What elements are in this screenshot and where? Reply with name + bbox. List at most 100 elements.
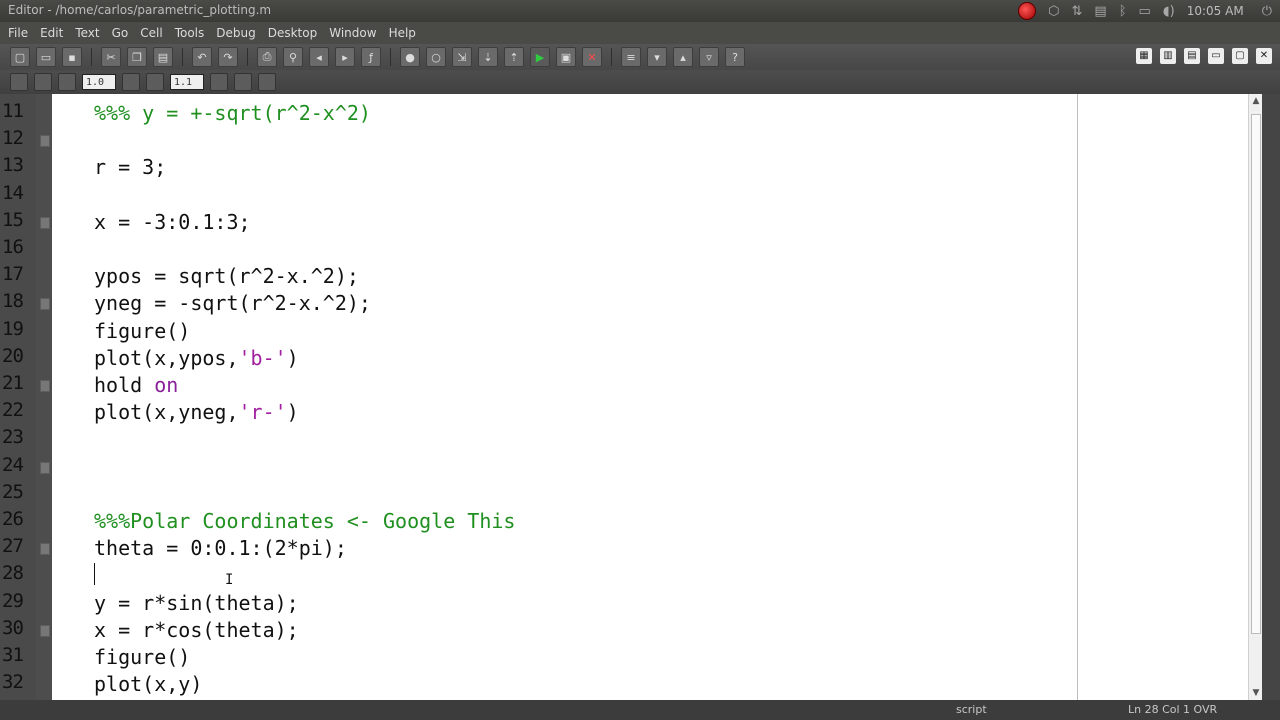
cell-help-icon[interactable]	[258, 73, 276, 91]
clear-breakpoints-icon[interactable]: ○	[426, 47, 446, 67]
function-icon[interactable]: ƒ	[361, 47, 381, 67]
scroll-up-icon[interactable]: ▲	[1251, 96, 1261, 106]
float-icon[interactable]: ▭	[1208, 48, 1224, 64]
code-line[interactable]: r = 3;	[94, 154, 166, 181]
code-line[interactable]: figure()	[94, 318, 190, 345]
code-folding-margin	[36, 94, 52, 700]
cell-increment-field[interactable]: 1.1	[170, 74, 204, 90]
code-token: plot(x,yneg,	[94, 400, 239, 425]
forward-icon[interactable]: ▸	[335, 47, 355, 67]
toolbar-divider	[611, 48, 612, 66]
exit-debug-icon[interactable]: ✕	[582, 47, 602, 67]
fold-marker-icon[interactable]	[40, 216, 50, 229]
clock[interactable]: 10:05 AM	[1187, 4, 1244, 18]
sync-icon[interactable]: ⇅	[1072, 4, 1083, 19]
code-line[interactable]: yneg = -sqrt(r^2-x.^2);	[94, 290, 371, 317]
cell-mode-icon[interactable]	[10, 73, 28, 91]
bluetooth-icon[interactable]: ᛒ	[1119, 4, 1127, 19]
menu-debug[interactable]: Debug	[216, 26, 255, 40]
stack-up-icon[interactable]: ▴	[673, 47, 693, 67]
code-line[interactable]: figure()	[94, 644, 190, 671]
stack-down-icon[interactable]: ▿	[699, 47, 719, 67]
record-icon[interactable]	[1018, 2, 1037, 20]
stack-icon[interactable]: ≡	[621, 47, 641, 67]
fold-marker-icon[interactable]	[40, 461, 50, 474]
step-icon[interactable]: ⇲	[452, 47, 472, 67]
menu-go[interactable]: Go	[112, 26, 129, 40]
code-line[interactable]: ypos = sqrt(r^2-x.^2);	[94, 263, 359, 290]
code-line[interactable]: plot(x,yneg,'r-')	[94, 399, 299, 426]
code-token: yneg = -sqrt(r^2-x.^2);	[94, 291, 371, 316]
save-icon[interactable]: ▪	[62, 47, 82, 67]
run-section-icon[interactable]: ▣	[556, 47, 576, 67]
menu-window[interactable]: Window	[329, 26, 376, 40]
multiply-icon[interactable]	[146, 73, 164, 91]
cell-decrement-field[interactable]: 1.0	[82, 74, 116, 90]
volume-icon[interactable]: ◖)	[1163, 4, 1175, 19]
code-line[interactable]: x = -3:0.1:3;	[94, 209, 251, 236]
divide-icon[interactable]	[122, 73, 140, 91]
menu-desktop[interactable]: Desktop	[268, 26, 318, 40]
code-line[interactable]: y = r*sin(theta);	[94, 590, 299, 617]
cell-minus-icon[interactable]	[58, 73, 76, 91]
breakpoint-icon[interactable]: ●	[400, 47, 420, 67]
find-icon[interactable]: ⚲	[283, 47, 303, 67]
menu-file[interactable]: File	[8, 26, 28, 40]
code-line[interactable]: %%%Polar Coordinates <- Google This	[94, 508, 515, 535]
menu-edit[interactable]: Edit	[40, 26, 63, 40]
menu-text[interactable]: Text	[75, 26, 99, 40]
maximize-icon[interactable]: ▢	[1232, 48, 1248, 64]
battery-icon[interactable]: ▭	[1139, 4, 1151, 19]
code-line[interactable]: plot(x,ypos,'b-')	[94, 345, 299, 372]
run-icon[interactable]: ▶	[530, 47, 550, 67]
line-number: 11	[2, 100, 24, 122]
code-area[interactable]: %%% y = +-sqrt(r^2-x^2) r = 3; x = -3:0.1:…	[52, 94, 1077, 700]
fold-marker-icon[interactable]	[40, 380, 50, 392]
fold-marker-icon[interactable]	[40, 298, 50, 311]
dropbox-icon[interactable]: ⬡	[1048, 4, 1059, 19]
fold-marker-icon[interactable]	[40, 135, 50, 148]
multiply-icon-2[interactable]	[210, 73, 228, 91]
menu-tools[interactable]: Tools	[175, 26, 205, 40]
code-line[interactable]: x = r*cos(theta);	[94, 617, 299, 644]
undo-icon[interactable]: ↶	[192, 47, 212, 67]
step-in-icon[interactable]: ⇣	[478, 47, 498, 67]
print-icon[interactable]: ⎙	[257, 47, 277, 67]
cut-icon[interactable]: ✂	[101, 47, 121, 67]
split-horizontal-icon[interactable]: ▤	[1184, 48, 1200, 64]
scroll-down-icon[interactable]: ▼	[1251, 688, 1261, 698]
menu-help[interactable]: Help	[389, 26, 416, 40]
vertical-scrollbar[interactable]: ▲ ▼	[1248, 94, 1262, 700]
step-out-icon[interactable]: ⇡	[504, 47, 524, 67]
line-number: 23	[2, 426, 24, 449]
line-number: 28	[2, 562, 24, 585]
open-folder-icon[interactable]: ▭	[36, 47, 56, 67]
menu-cell[interactable]: Cell	[140, 26, 162, 40]
line-number: 12	[2, 127, 24, 150]
power-icon[interactable]: ⏻	[1262, 4, 1272, 19]
code-line[interactable]: %%% y = +-sqrt(r^2-x^2)	[94, 100, 371, 127]
redo-icon[interactable]: ↷	[218, 47, 238, 67]
clipboard-icon[interactable]: ▤	[1094, 4, 1106, 19]
paste-icon[interactable]: ▤	[153, 47, 173, 67]
copy-icon[interactable]: ❐	[127, 47, 147, 67]
new-file-icon[interactable]: ▢	[10, 47, 30, 67]
code-line[interactable]: theta = 0:0.1:(2*pi);	[94, 535, 347, 562]
cell-tools-icon[interactable]	[234, 73, 252, 91]
back-icon[interactable]: ◂	[309, 47, 329, 67]
help-icon[interactable]: ?	[725, 47, 745, 67]
stack-dropdown-icon[interactable]: ▾	[647, 47, 667, 67]
code-line[interactable]: hold on	[94, 372, 178, 399]
close-icon[interactable]: ✕	[1256, 48, 1272, 64]
line-number: 15	[2, 208, 24, 231]
fold-marker-icon[interactable]	[40, 543, 50, 556]
line-number: 14	[2, 181, 24, 204]
scroll-thumb[interactable]	[1251, 114, 1261, 634]
window-layout-buttons: ▦ ▥ ▤ ▭ ▢ ✕	[1136, 48, 1272, 64]
tile-icon[interactable]: ▦	[1136, 48, 1152, 64]
code-line[interactable]: plot(x,y)	[94, 671, 202, 698]
fold-marker-icon[interactable]	[40, 624, 50, 637]
text-caret	[94, 563, 95, 585]
split-vertical-icon[interactable]: ▥	[1160, 48, 1176, 64]
cell-eval-icon[interactable]	[34, 73, 52, 91]
